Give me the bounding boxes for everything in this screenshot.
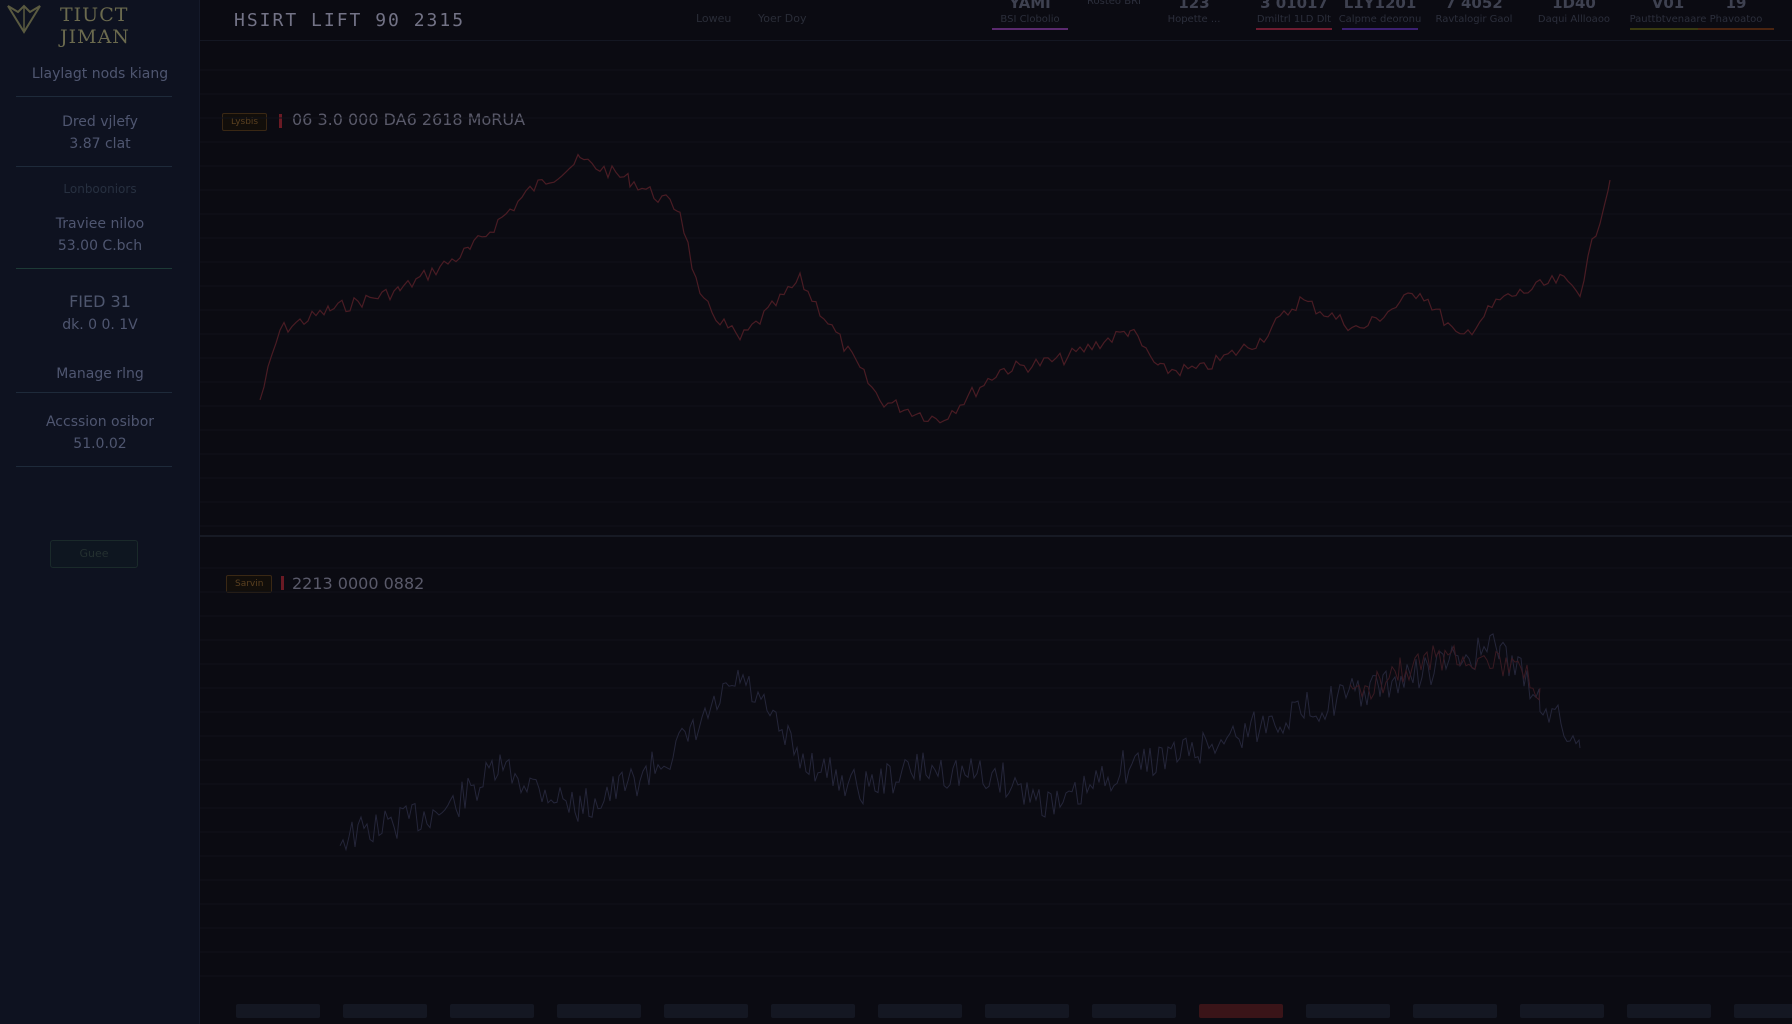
sidebar-item-label: Manage rlng <box>56 366 144 382</box>
chart-bottom[interactable] <box>200 538 1792 1000</box>
footer-tab[interactable] <box>985 1004 1069 1018</box>
price-line <box>259 153 1611 424</box>
header-stat[interactable]: 123 Hopette ... <box>1148 0 1240 25</box>
header-stat[interactable]: 1D40 Daqui Allloaoo <box>1528 0 1620 25</box>
stat-label: Hopette ... <box>1167 14 1221 25</box>
footer-tab[interactable] <box>236 1004 320 1018</box>
stat-label: Rosteo BRI <box>1087 0 1141 7</box>
page-title: HSIRT LIFT 90 2315 <box>234 10 466 31</box>
stat-value: 19 <box>1725 0 1747 12</box>
stat-label: Ravtalogir Gaol <box>1435 14 1513 25</box>
sidebar-item-4[interactable]: FIED 31 dk. 0 0. 1V <box>0 292 200 333</box>
divider <box>16 466 172 467</box>
sidebar-button[interactable]: Guee <box>50 540 138 568</box>
footer-tab[interactable] <box>1734 1004 1792 1018</box>
divider <box>16 96 172 97</box>
chart-top[interactable] <box>200 40 1792 535</box>
sidebar-item-label: Llaylagt nods kiang <box>31 66 169 82</box>
header-stat[interactable]: 19 Phavoatoo <box>1690 0 1782 30</box>
sidebar: TIUCT JIMAN Llaylagt nods kiang Dred vjl… <box>0 0 200 1024</box>
sidebar-item-3[interactable]: Traviee niloo 53.00 C.bch <box>0 216 200 254</box>
header-stat[interactable]: YAMI BSI Clobolio <box>984 0 1076 30</box>
stat-underline <box>1630 28 1706 30</box>
sidebar-item-2[interactable]: Dred vjlefy 3.87 clat <box>0 114 200 152</box>
footer-tab[interactable] <box>1199 1004 1283 1018</box>
overlay-line <box>1349 644 1541 701</box>
stat-label: Daqui Allloaoo <box>1537 14 1611 25</box>
footer-tab[interactable] <box>1306 1004 1390 1018</box>
divider <box>16 392 172 393</box>
logo-text: TIUCT JIMAN <box>60 4 130 48</box>
sidebar-item-label: Accssion osibor <box>45 414 155 430</box>
sidebar-item-label: Traviee niloo <box>55 216 145 232</box>
stat-label: BSI Clobolio <box>1000 14 1060 25</box>
sidebar-item-value: 51.0.02 <box>73 436 127 452</box>
stat-value: 3 01017 <box>1260 0 1328 12</box>
stat-underline <box>1698 28 1774 30</box>
header-sub-label[interactable]: Loweu <box>696 12 731 25</box>
stat-value: L1Y1201 <box>1343 0 1417 12</box>
stat-underline <box>1256 28 1332 30</box>
stat-underline <box>1342 28 1418 30</box>
logo[interactable]: TIUCT JIMAN <box>0 0 200 48</box>
footer-tab[interactable] <box>1413 1004 1497 1018</box>
sidebar-item-value: dk. 0 0. 1V <box>62 317 138 333</box>
footer-tab[interactable] <box>1520 1004 1604 1018</box>
chart-panel-top: Lysbis 06 3.0 000 DA6 2618 MoRUA <box>200 40 1792 537</box>
stat-value: YAMI <box>1009 0 1051 12</box>
sidebar-item-5[interactable]: Manage rlng <box>0 366 200 382</box>
footer-tab[interactable] <box>1627 1004 1711 1018</box>
footer-tab[interactable] <box>557 1004 641 1018</box>
footer-tab[interactable] <box>450 1004 534 1018</box>
stat-value: 7 4052 <box>1445 0 1503 12</box>
header-stat[interactable]: L1Y1201 Calpme deoronu <box>1334 0 1426 30</box>
footer-tab[interactable] <box>664 1004 748 1018</box>
stat-label: Phavoatoo <box>1709 14 1763 25</box>
footer-tab[interactable] <box>343 1004 427 1018</box>
footer-tabs <box>200 1000 1792 1024</box>
divider <box>16 166 172 167</box>
header-stat[interactable]: 7 4052 Ravtalogir Gaol <box>1428 0 1520 25</box>
sidebar-item-6[interactable]: Accssion osibor 51.0.02 <box>0 414 200 452</box>
footer-tab[interactable] <box>1092 1004 1176 1018</box>
header-stat[interactable]: 3 01017 Dmiltrl 1LD Dlt <box>1248 0 1340 30</box>
stat-label: Dmiltrl 1LD Dlt <box>1256 14 1332 25</box>
sidebar-item-label: Dred vjlefy <box>62 114 138 130</box>
chart-panel-bottom: Sarvin 2213 0000 0882 <box>200 538 1792 1000</box>
footer-tab[interactable] <box>771 1004 855 1018</box>
header-sub-label[interactable]: Yoer Doy <box>758 12 807 25</box>
stat-underline <box>992 28 1068 30</box>
sidebar-item-value: 53.00 C.bch <box>57 238 143 254</box>
sidebar-item-label: FIED 31 <box>69 292 131 311</box>
trident-logo-icon <box>7 4 41 34</box>
volume-line <box>339 633 1581 852</box>
header-stat[interactable]: Rosteo BRI <box>1068 0 1160 7</box>
stat-value: 123 <box>1178 0 1210 12</box>
sidebar-section-label: Lonbooniors <box>63 182 137 196</box>
footer-tab[interactable] <box>878 1004 962 1018</box>
stat-label: Calpme deoronu <box>1338 14 1422 25</box>
header: HSIRT LIFT 90 2315 Loweu Yoer Doy YAMI BS… <box>200 0 1792 41</box>
sidebar-item-1[interactable]: Llaylagt nods kiang <box>0 66 200 82</box>
sidebar-item-value: 3.87 clat <box>69 136 131 152</box>
stat-value: 1D40 <box>1552 0 1596 12</box>
divider <box>16 268 172 269</box>
